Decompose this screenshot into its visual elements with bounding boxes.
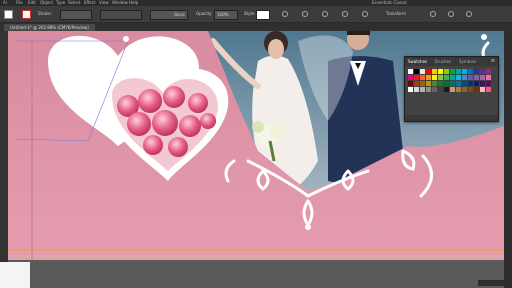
swatch-chip[interactable]	[474, 75, 479, 80]
swatch-chip[interactable]	[414, 81, 419, 86]
swatch-chip[interactable]	[450, 81, 455, 86]
swatch-chip[interactable]	[414, 69, 419, 74]
swatch-chip[interactable]	[474, 69, 479, 74]
swatch-chip[interactable]	[414, 75, 419, 80]
swatch-chip[interactable]	[486, 81, 491, 86]
stroke-weight-field[interactable]	[60, 10, 92, 20]
swatch-chip[interactable]	[438, 87, 443, 92]
swatch-chip[interactable]	[420, 75, 425, 80]
brush-definition[interactable]: Basic	[150, 10, 188, 20]
swatch-grid	[408, 69, 495, 93]
swatch-chip[interactable]	[486, 87, 491, 92]
opacity-field[interactable]: 100%	[214, 10, 238, 20]
swatch-chip[interactable]	[444, 75, 449, 80]
swatch-chip[interactable]	[480, 69, 485, 74]
brush-basic-label: Basic	[174, 12, 185, 17]
swatch-chip[interactable]	[420, 69, 425, 74]
pathfinder-icon[interactable]	[430, 11, 436, 17]
opacity-value: 100%	[217, 12, 229, 17]
swatch-chip[interactable]	[480, 75, 485, 80]
document-tab[interactable]: Untitled-1* @ 202.98% (CMYK/Preview)	[4, 24, 95, 31]
swatch-chip[interactable]	[462, 81, 467, 86]
swatch-chip[interactable]	[426, 69, 431, 74]
swatch-chip[interactable]	[456, 75, 461, 80]
tab-symbols[interactable]: Symbols	[459, 59, 476, 64]
swatch-chip[interactable]	[420, 87, 425, 92]
panel-menu-icon[interactable]: ≡	[491, 58, 495, 64]
swatches-panel[interactable]: Swatches Brushes Symbols ≡	[404, 56, 499, 122]
tools-panel	[0, 31, 8, 288]
swatches-tab-bar: Swatches Brushes Symbols ≡	[405, 57, 498, 66]
swatch-chip[interactable]	[462, 87, 467, 92]
swatch-chip[interactable]	[450, 69, 455, 74]
pasteboard	[8, 260, 504, 288]
fill-swatch[interactable]	[4, 10, 13, 19]
swatch-chip[interactable]	[474, 87, 479, 92]
stroke-label: Stroke:	[38, 11, 53, 16]
graphic-style-picker[interactable]	[256, 10, 270, 20]
swatch-chip[interactable]	[486, 75, 491, 80]
swatch-chip[interactable]	[432, 69, 437, 74]
right-dock	[504, 31, 512, 288]
swatch-chip[interactable]	[444, 69, 449, 74]
swatch-chip[interactable]	[474, 81, 479, 86]
swatch-chip[interactable]	[426, 81, 431, 86]
isolate-icon[interactable]	[342, 11, 348, 17]
swatch-chip[interactable]	[432, 87, 437, 92]
swatch-chip[interactable]	[408, 75, 413, 80]
swatches-footer	[405, 115, 498, 121]
pasteboard-white-block	[0, 262, 30, 288]
swatch-chip[interactable]	[450, 75, 455, 80]
swatch-chip[interactable]	[414, 87, 419, 92]
swatch-chip[interactable]	[438, 69, 443, 74]
swatch-chip[interactable]	[408, 81, 413, 86]
swatch-chip[interactable]	[468, 81, 473, 86]
swatch-chip[interactable]	[420, 81, 425, 86]
arrange-icon[interactable]	[362, 11, 368, 17]
swatch-chip[interactable]	[456, 69, 461, 74]
recolor-artwork-icon[interactable]	[282, 11, 288, 17]
swatch-chip[interactable]	[438, 81, 443, 86]
swatch-chip[interactable]	[432, 75, 437, 80]
swatch-chip[interactable]	[480, 87, 485, 92]
swatch-chip[interactable]	[444, 87, 449, 92]
shape-builder-icon[interactable]	[322, 11, 328, 17]
swatch-chip[interactable]	[432, 81, 437, 86]
swatch-chip[interactable]	[408, 69, 413, 74]
swatch-chip[interactable]	[462, 75, 467, 80]
swatch-chip[interactable]	[450, 87, 455, 92]
swatch-chip[interactable]	[486, 69, 491, 74]
swatch-chip[interactable]	[468, 87, 473, 92]
align-icon[interactable]	[302, 11, 308, 17]
opacity-label: Opacity:	[196, 11, 213, 16]
swatch-chip[interactable]	[462, 69, 467, 74]
tab-swatches[interactable]: Swatches	[408, 59, 427, 64]
stroke-swatch[interactable]	[22, 10, 31, 19]
status-bar	[478, 280, 506, 286]
swatch-chip[interactable]	[468, 75, 473, 80]
swatch-chip[interactable]	[456, 87, 461, 92]
document-title: Untitled-1* @ 202.98% (CMYK/Preview)	[10, 25, 89, 30]
swatch-chip[interactable]	[456, 81, 461, 86]
document-tab-bar: Untitled-1* @ 202.98% (CMYK/Preview)	[0, 23, 512, 31]
swatch-chip[interactable]	[480, 81, 485, 86]
gear-icon[interactable]	[448, 11, 454, 17]
swatch-chip[interactable]	[426, 75, 431, 80]
swatch-chip[interactable]	[444, 81, 449, 86]
tab-brushes[interactable]: Brushes	[435, 59, 451, 64]
transform-link[interactable]: Transform	[386, 11, 406, 17]
swatch-chip[interactable]	[468, 69, 473, 74]
menu-icon[interactable]	[466, 11, 472, 17]
variable-width-profile[interactable]	[100, 10, 142, 20]
swatch-chip[interactable]	[426, 87, 431, 92]
swatch-chip[interactable]	[408, 87, 413, 92]
swatch-chip[interactable]	[438, 75, 443, 80]
style-label: Style:	[244, 11, 256, 16]
control-bar: Stroke: Basic Opacity: 100% Style: Trans…	[0, 6, 512, 23]
